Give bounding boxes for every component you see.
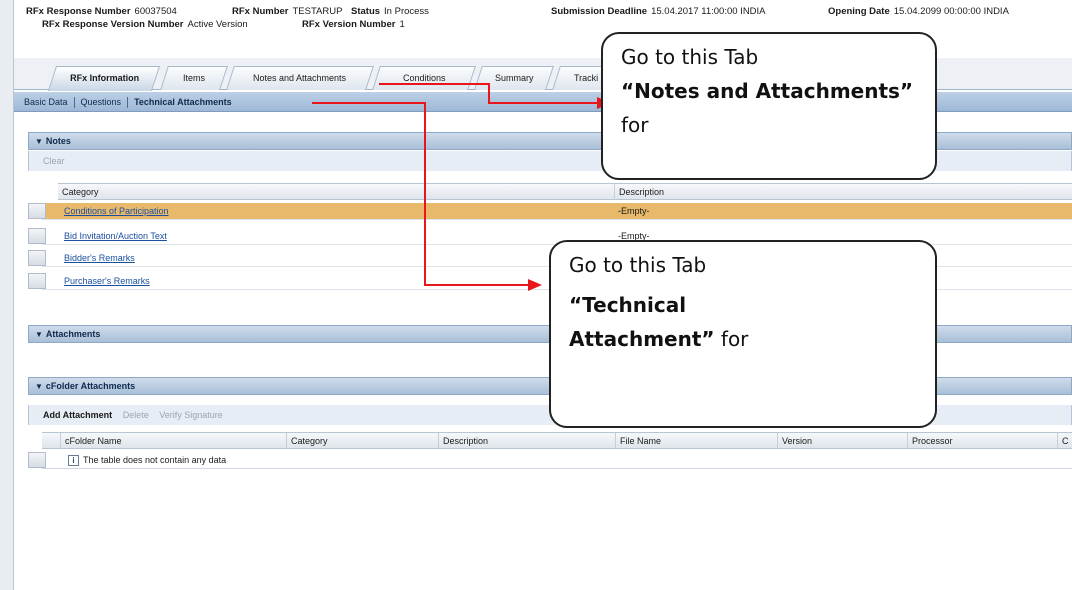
tab-rfx-information[interactable]: RFx Information — [47, 66, 161, 91]
tab-label: RFx Information — [69, 73, 139, 83]
tab-label: Conditions — [402, 73, 446, 83]
note-category-link[interactable]: Purchaser's Remarks — [64, 276, 150, 286]
empty-table-message: The table does not contain any data — [83, 455, 227, 465]
tab-conditions[interactable]: Conditions — [372, 66, 476, 90]
column-header-category[interactable]: Category — [286, 433, 438, 449]
callout-line: Go to this Tab — [621, 45, 759, 69]
note-category-link[interactable]: Bid Invitation/Auction Text — [64, 231, 167, 241]
header-row-1: RFx Response Number 60037504 — [26, 6, 177, 17]
callout-tail-text: for — [720, 327, 749, 351]
tab-notes-and-attachments[interactable]: Notes and Attachments — [226, 66, 374, 90]
response-number-label: RFx Response Number — [26, 6, 131, 17]
column-header-version[interactable]: Version — [777, 433, 907, 449]
arrow-line — [488, 83, 490, 103]
row-selector[interactable] — [28, 250, 46, 266]
notes-table-header: Category Description — [58, 183, 1072, 200]
cfolder-table-header: cFolder Name Category Description File N… — [42, 432, 1072, 449]
response-version-row: RFx Response Version Number Active Versio… — [42, 19, 248, 30]
row-selector — [28, 452, 46, 468]
subnav-technical-attachments[interactable]: Technical Attachments — [128, 92, 238, 112]
column-header-description[interactable]: Description — [438, 433, 615, 449]
response-number-value: 60037504 — [134, 6, 177, 17]
rfx-version-value: 1 — [399, 19, 405, 30]
arrow-line — [379, 83, 489, 85]
column-header-description[interactable]: Description — [614, 184, 1072, 200]
arrow-line — [488, 102, 598, 104]
clear-button[interactable]: Clear — [43, 151, 65, 171]
row-selector[interactable] — [28, 228, 46, 244]
subnav-basic-data[interactable]: Basic Data — [18, 92, 74, 112]
arrow-line — [424, 284, 529, 286]
empty-table-row: i The table does not contain any data — [42, 452, 1072, 469]
delete-button[interactable]: Delete — [123, 405, 149, 425]
status-value: In Process — [384, 6, 429, 17]
tab-summary[interactable]: Summary — [474, 66, 554, 90]
notes-title: Notes — [45, 136, 71, 146]
callout-notes-tab: Go to this Tab “Notes and Attachments” f… — [601, 32, 937, 180]
table-row[interactable]: Conditions of Participation -Empty- — [42, 203, 1072, 220]
rfx-version-label: RFx Version Number — [302, 19, 396, 30]
rfx-number-value: TESTARUP — [292, 6, 343, 17]
column-header-c[interactable]: C — [1057, 433, 1072, 449]
row-selector[interactable] — [28, 203, 46, 219]
status-label: Status — [351, 6, 381, 17]
arrow-line — [312, 102, 426, 104]
note-description: -Empty- — [618, 206, 650, 216]
note-category-link[interactable]: Bidder's Remarks — [64, 253, 135, 263]
callout-tail-text: for — [621, 113, 649, 137]
callout-technical-attachment: Go to this Tab “Technical Attachment” fo… — [549, 240, 937, 428]
response-version-value: Active Version — [187, 19, 248, 30]
row-selector[interactable] — [28, 273, 46, 289]
opening-date-row: Opening Date 15.04.2099 00:00:00 INDIA — [828, 6, 1009, 17]
collapse-triangle-icon: ▼ — [35, 137, 43, 146]
tab-label: Items — [182, 73, 205, 83]
column-header-category[interactable]: Category — [58, 184, 614, 200]
tab-label: Summary — [494, 73, 534, 83]
add-attachment-button[interactable]: Add Attachment — [43, 405, 112, 425]
opening-date-value: 15.04.2099 00:00:00 INDIA — [893, 6, 1009, 17]
rfx-response-window: RFx Response Number 60037504 RFx Number TE… — [13, 0, 1072, 590]
opening-date-label: Opening Date — [828, 6, 890, 17]
callout-bold-text: “Technical Attachment” — [569, 293, 715, 351]
collapse-triangle-icon: ▼ — [35, 330, 43, 339]
column-header-processor[interactable]: Processor — [907, 433, 1057, 449]
left-margin-strip — [0, 0, 13, 590]
response-version-label: RFx Response Version Number — [42, 19, 184, 30]
select-all-cell[interactable] — [42, 433, 60, 449]
column-header-cfolder-name[interactable]: cFolder Name — [60, 433, 286, 449]
note-category-link[interactable]: Conditions of Participation — [64, 206, 169, 216]
submission-deadline-row: Submission Deadline 15.04.2017 11:00:00 I… — [551, 6, 766, 17]
submission-deadline-value: 15.04.2017 11:00:00 INDIA — [651, 6, 766, 17]
subnav-questions[interactable]: Questions — [75, 92, 128, 112]
rfx-number-row: RFx Number TESTARUP — [232, 6, 342, 17]
column-header-file-name[interactable]: File Name — [615, 433, 777, 449]
status-row: Status In Process — [351, 6, 429, 17]
collapse-triangle-icon: ▼ — [35, 382, 43, 391]
info-icon: i — [68, 455, 79, 466]
tab-items[interactable]: Items — [160, 66, 228, 90]
rfx-version-row: RFx Version Number 1 — [302, 19, 405, 30]
attachments-title: Attachments — [45, 329, 101, 339]
callout-line: Go to this Tab — [569, 253, 707, 277]
verify-signature-button[interactable]: Verify Signature — [159, 405, 223, 425]
arrow-head-icon — [528, 279, 542, 291]
tab-label: Notes and Attachments — [253, 73, 347, 83]
tab-label: Tracki — [573, 73, 599, 83]
cfolder-title: cFolder Attachments — [45, 381, 136, 391]
callout-bold-text: “Notes and Attachments” — [621, 79, 914, 103]
rfx-number-label: RFx Number — [232, 6, 289, 17]
arrow-line — [424, 102, 426, 285]
submission-deadline-label: Submission Deadline — [551, 6, 648, 17]
